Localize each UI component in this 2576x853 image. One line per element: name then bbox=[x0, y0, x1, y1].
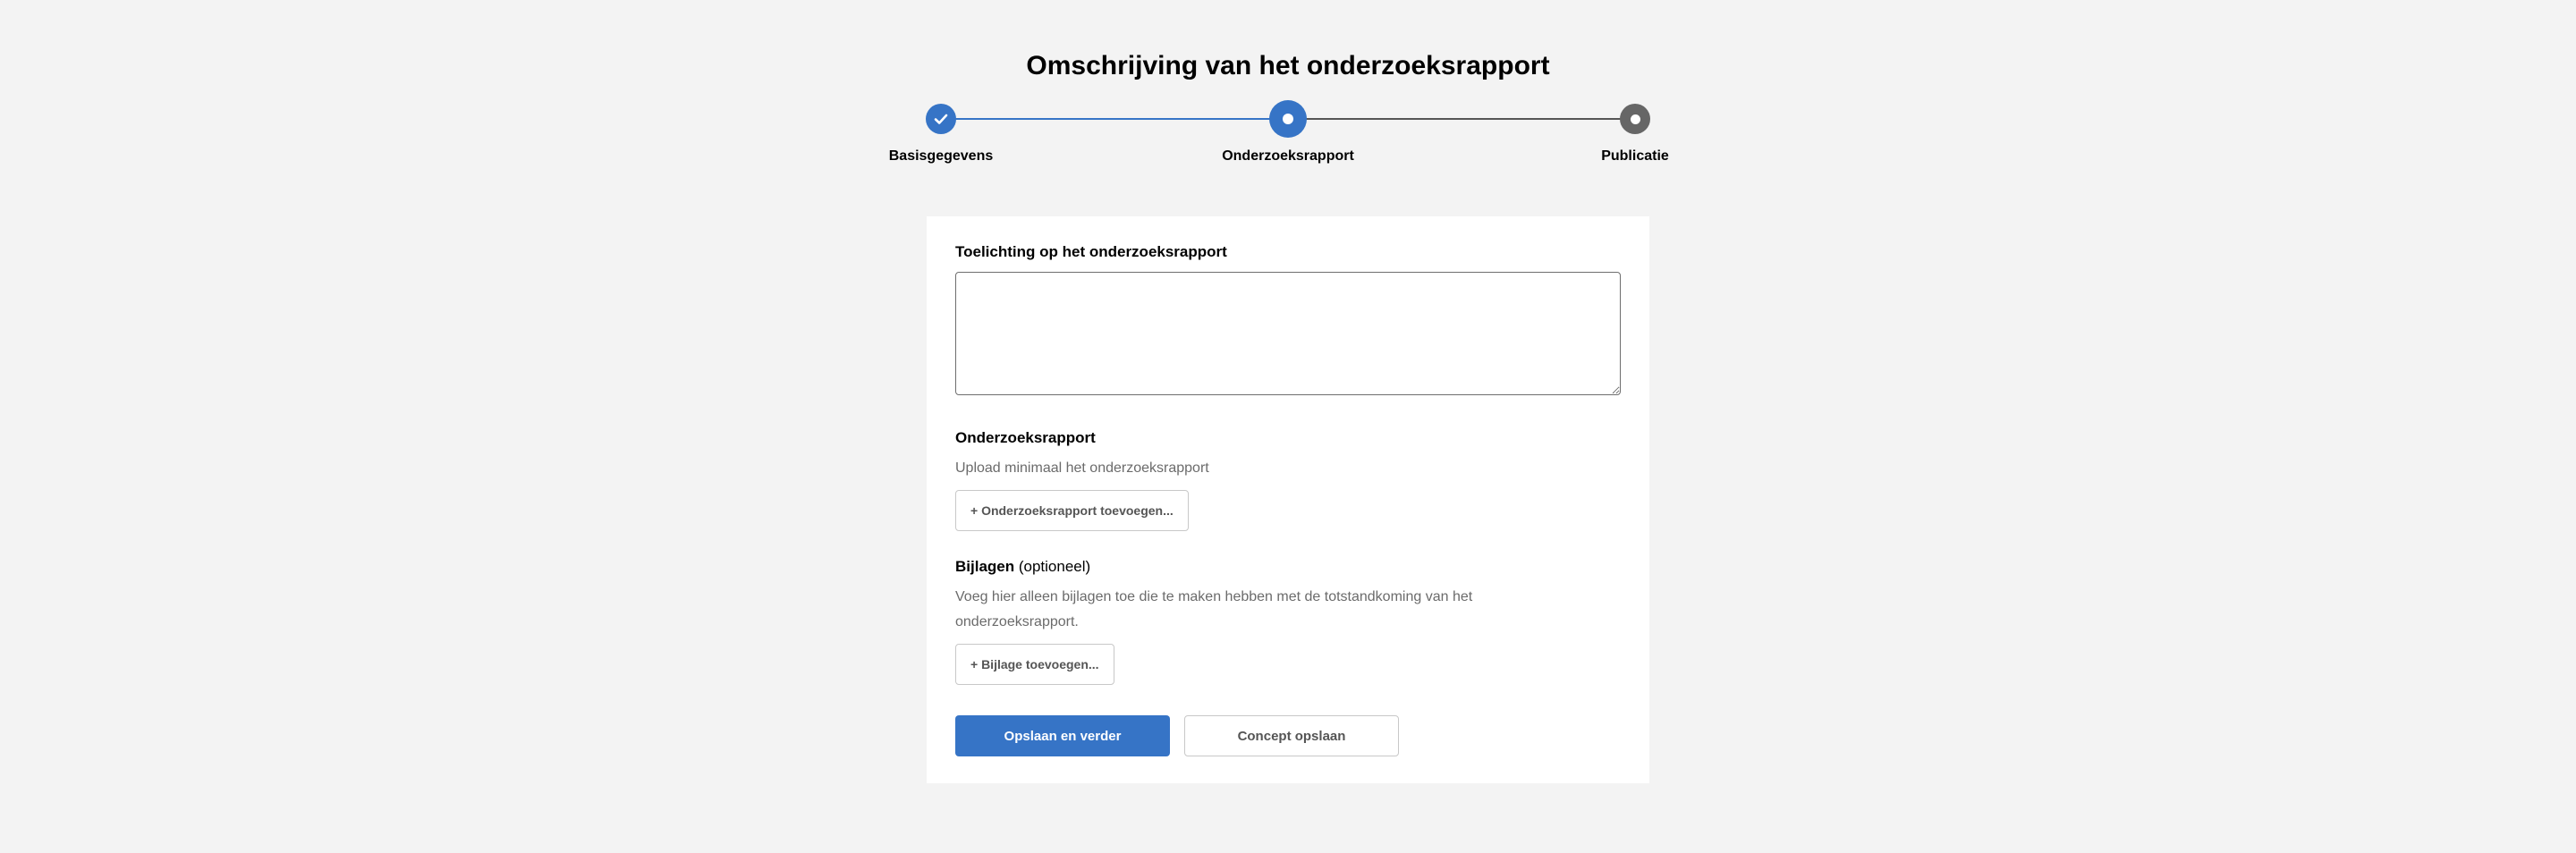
dot-icon bbox=[1283, 114, 1293, 124]
optional-indicator: (optioneel) bbox=[1018, 558, 1091, 575]
add-attachment-button[interactable]: + Bijlage toevoegen... bbox=[955, 644, 1114, 685]
explanation-textarea[interactable] bbox=[955, 272, 1621, 395]
report-label: Onderzoeksrapport bbox=[955, 429, 1096, 446]
attachments-label-text: Bijlagen bbox=[955, 558, 1015, 575]
step-complete-circle bbox=[926, 104, 956, 134]
step-basisgegevens[interactable]: Basisgegevens bbox=[825, 100, 1057, 165]
step-publicatie: Publicatie bbox=[1519, 100, 1751, 165]
step-upcoming-circle bbox=[1620, 104, 1650, 134]
attachments-label: Bijlagen (optioneel) bbox=[955, 558, 1090, 576]
step-label: Basisgegevens bbox=[888, 148, 994, 164]
explanation-label: Toelichting op het onderzoeksrapport bbox=[955, 243, 1227, 260]
dot-icon bbox=[1630, 114, 1640, 124]
step-current-circle bbox=[1269, 100, 1307, 138]
add-report-button[interactable]: + Onderzoeksrapport toevoegen... bbox=[955, 490, 1189, 531]
progress-stepper: Basisgegevens Onderzoeksrapport Publicat… bbox=[0, 0, 2576, 179]
form-card: Toelichting op het onderzoeksrapport Ond… bbox=[927, 216, 1649, 783]
step-label: Publicatie bbox=[1601, 148, 1669, 164]
step-label: Onderzoeksrapport bbox=[1222, 148, 1354, 164]
save-and-continue-button[interactable]: Opslaan en verder bbox=[955, 715, 1170, 756]
attachments-help-text: Voeg hier alleen bijlagen toe die te mak… bbox=[955, 589, 1473, 629]
check-icon bbox=[934, 114, 948, 124]
report-help-text: Upload minimaal het onderzoeksrapport bbox=[955, 460, 1209, 476]
save-draft-button[interactable]: Concept opslaan bbox=[1184, 715, 1399, 756]
step-onderzoeksrapport: Onderzoeksrapport bbox=[1172, 100, 1404, 165]
